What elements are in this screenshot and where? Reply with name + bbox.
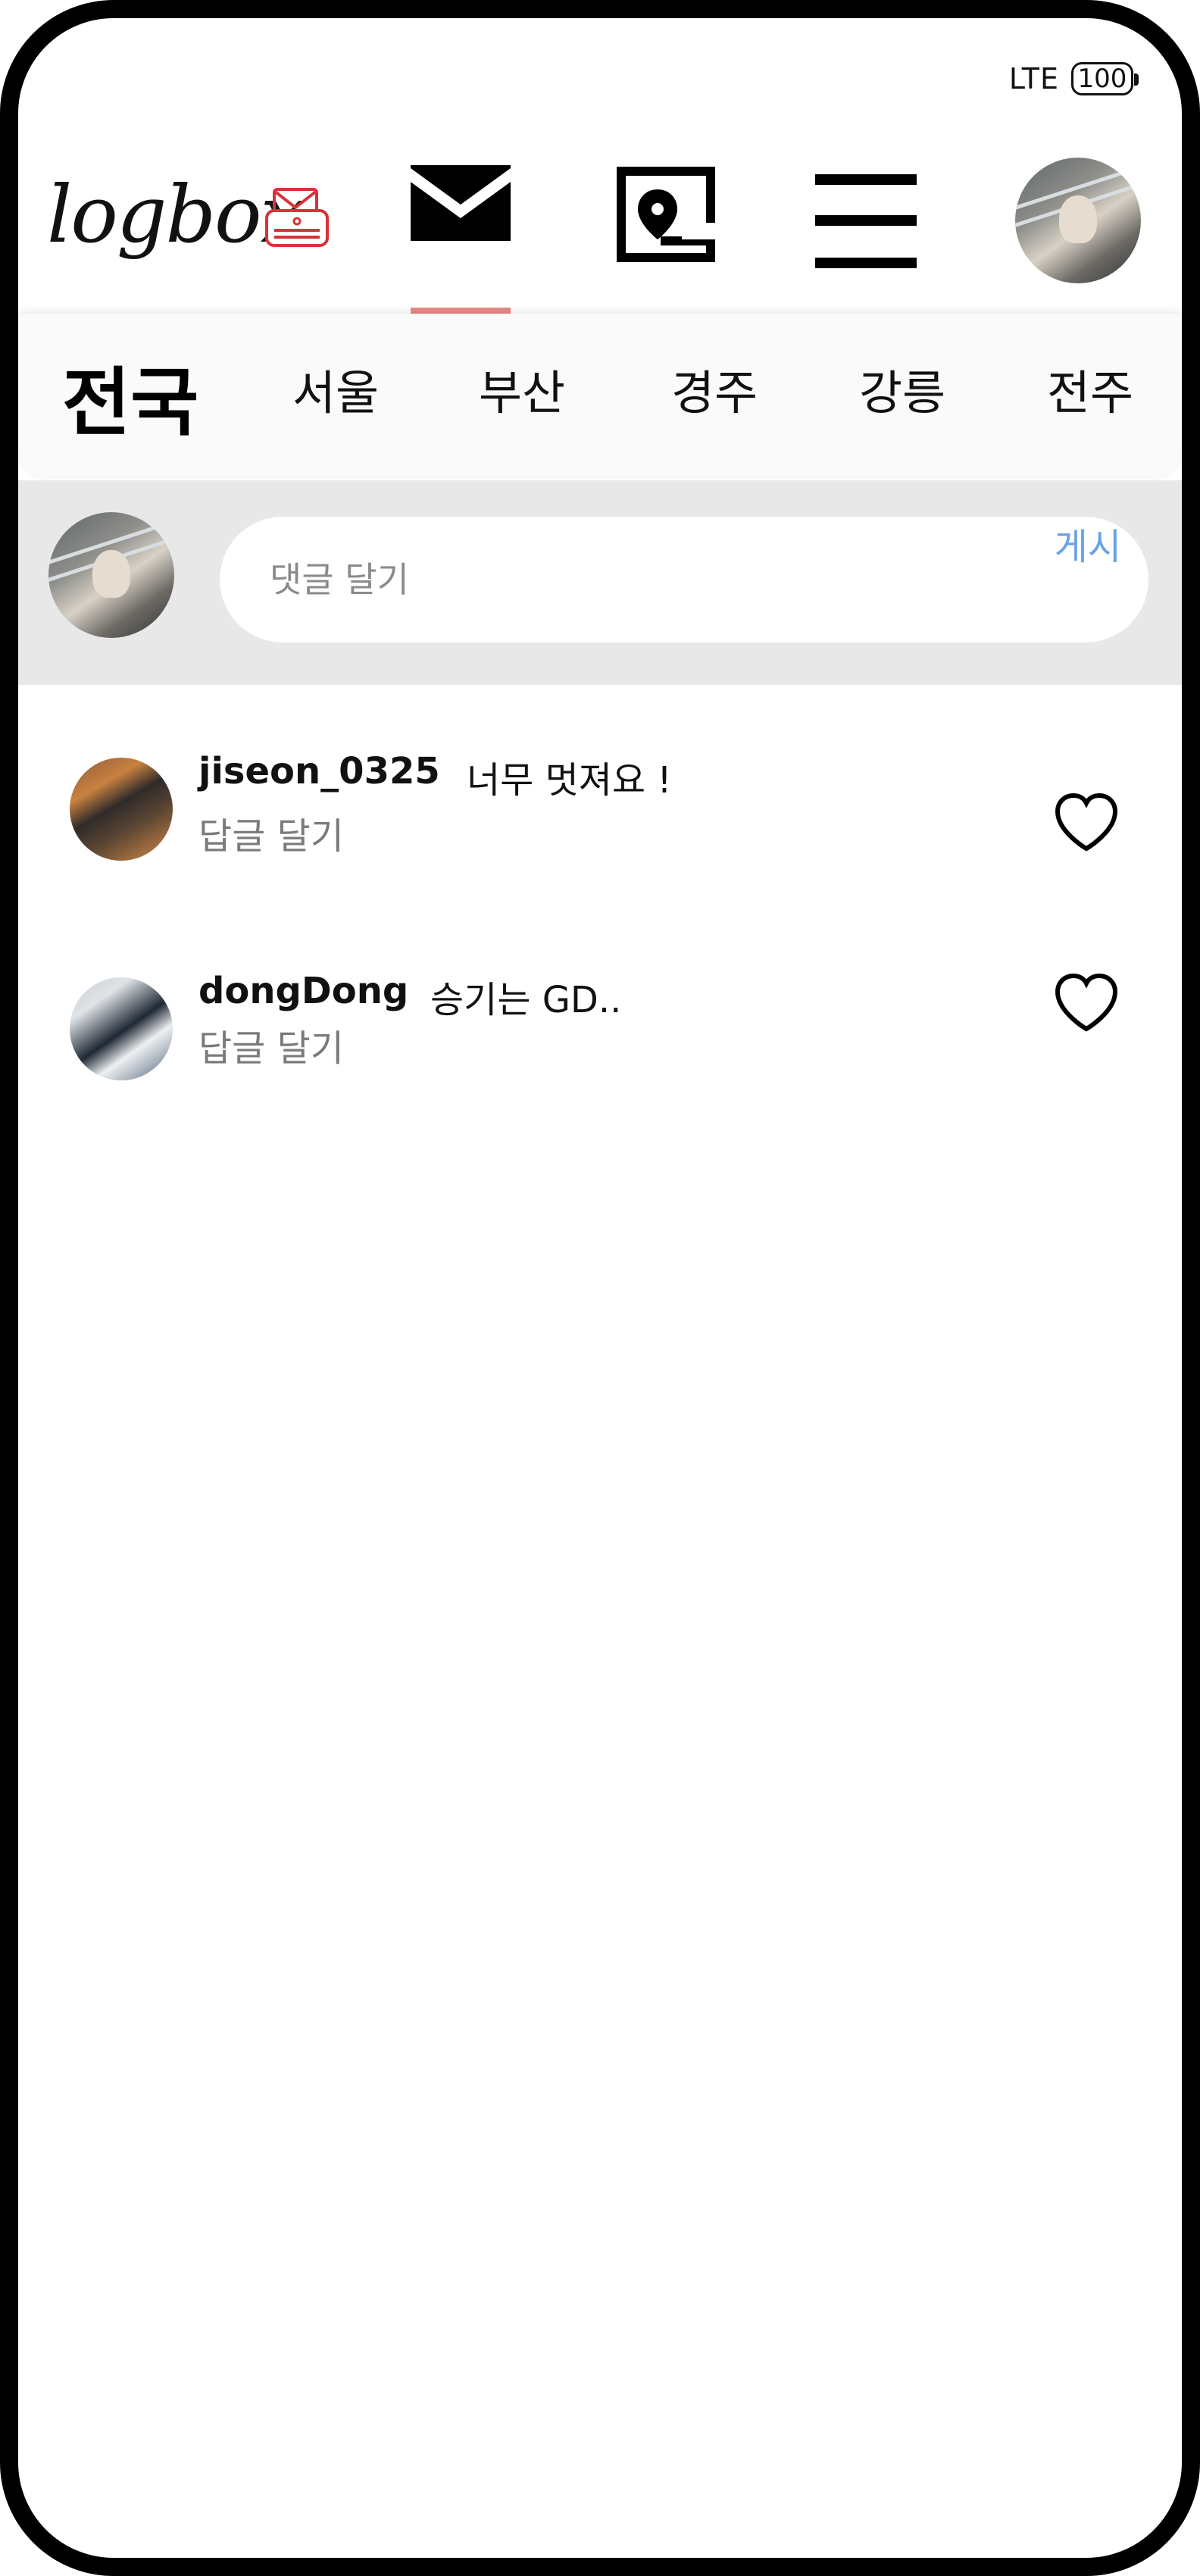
region-tab-all[interactable]: 전국 [62, 342, 198, 450]
region-tab-jeonju[interactable]: 전주 [1047, 355, 1133, 423]
commenter-avatar[interactable] [70, 758, 173, 861]
comment-item: dongDong 승기는 GD.. 답글 달기 [18, 950, 1182, 1124]
network-indicator: LTE [1008, 62, 1059, 95]
commenter-username[interactable]: jiseon_0325 [198, 750, 440, 792]
phone-frame: LTE 100 logbox 전국 서울 부산 경주 강릉 전주 댓글 달기 게… [0, 0, 1200, 2576]
comment-input-wrapper [220, 517, 1148, 642]
comment-composer: 게시 [18, 480, 1182, 685]
region-tabs: 전국 서울 부산 경주 강릉 전주 [18, 314, 1182, 477]
region-tab-gangneung[interactable]: 강릉 [859, 355, 945, 423]
map-pin-icon[interactable] [617, 167, 715, 262]
mailbox-logo-icon [265, 188, 329, 247]
post-button[interactable]: 게시 [1055, 517, 1121, 570]
commenter-username[interactable]: dongDong [198, 970, 408, 1012]
comment-text: 승기는 GD.. [430, 979, 622, 1021]
heart-icon[interactable] [1053, 971, 1120, 1035]
comment-item: jiseon_0325 너무 멋져요 ! 답글 달기 [18, 730, 1182, 905]
region-tab-gyeongju[interactable]: 경주 [671, 355, 758, 423]
mail-icon[interactable] [411, 165, 511, 241]
status-bar: LTE 100 [1008, 62, 1139, 95]
current-user-avatar [48, 512, 174, 638]
commenter-avatar[interactable] [70, 977, 173, 1080]
region-tab-seoul[interactable]: 서울 [292, 355, 379, 423]
top-navigation: logbox [18, 147, 1182, 323]
reply-button[interactable]: 답글 달기 [198, 1018, 344, 1071]
reply-button[interactable]: 답글 달기 [198, 806, 344, 859]
heart-icon[interactable] [1053, 791, 1120, 855]
comment-text: 너무 멋져요 ! [467, 759, 672, 802]
comment-input[interactable] [268, 558, 938, 601]
profile-avatar[interactable] [1015, 158, 1141, 283]
menu-icon[interactable] [815, 174, 917, 268]
battery-indicator: 100 [1071, 62, 1139, 95]
region-tab-busan[interactable]: 부산 [479, 355, 565, 423]
